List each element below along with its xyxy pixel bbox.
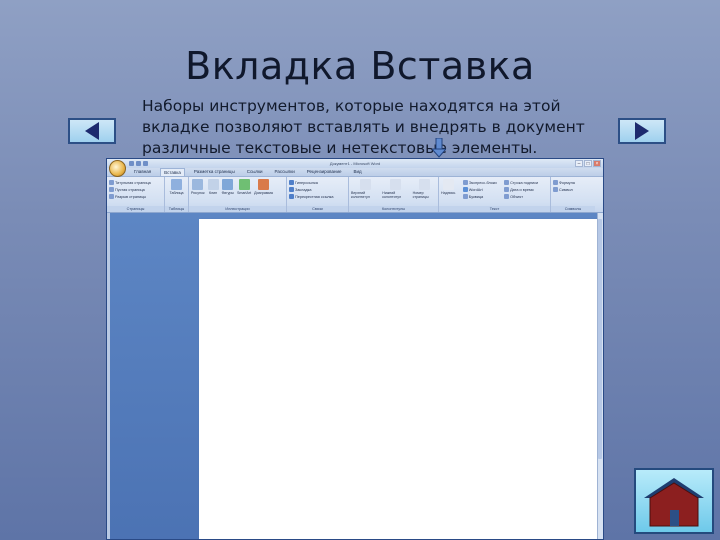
object-button[interactable]: Объект xyxy=(504,193,538,200)
tab-references[interactable]: Ссылки xyxy=(244,168,266,176)
hyperlink-icon xyxy=(289,180,294,185)
object-icon xyxy=(504,194,510,199)
symbol-icon xyxy=(553,187,558,192)
office-button[interactable] xyxy=(109,160,126,177)
ribbon-tabs: Главная Вставка Разметка страницы Ссылки… xyxy=(107,168,603,177)
slide-description: Наборы инструментов, которые находятся н… xyxy=(142,97,585,157)
bookmark-icon xyxy=(289,187,294,192)
tab-mailings[interactable]: Рассылки xyxy=(272,168,298,176)
group-label-tables: Таблицы xyxy=(165,206,188,212)
group-header-footer: Верхний колонтитул Нижний колонтитул Ном… xyxy=(349,177,439,212)
date-time-icon xyxy=(504,187,510,192)
close-button[interactable]: × xyxy=(593,160,601,167)
tab-view[interactable]: Вид xyxy=(351,168,365,176)
group-label-header-footer: Колонтитулы xyxy=(349,206,438,212)
ribbon-insert: Титульная страница Пустая страница Разры… xyxy=(107,177,603,213)
vertical-scrollbar[interactable] xyxy=(597,213,603,539)
group-label-pages: Страницы xyxy=(107,206,164,212)
save-icon[interactable] xyxy=(129,161,134,166)
arrow-down-icon xyxy=(432,138,446,158)
scrollbar-thumb[interactable] xyxy=(598,219,602,459)
page-break-icon xyxy=(109,194,114,199)
group-label-illustrations: Иллюстрации xyxy=(189,206,286,212)
shapes-icon xyxy=(222,179,234,190)
minimize-button[interactable]: – xyxy=(575,160,583,167)
arrow-right-icon xyxy=(635,122,649,140)
group-label-text: Текст xyxy=(439,206,550,212)
undo-icon[interactable] xyxy=(136,161,141,166)
group-symbols: Формула Символ Символы xyxy=(551,177,595,212)
word-window-title: Документ1 - Microsoft Word xyxy=(329,161,381,166)
blank-page-button[interactable]: Пустая страница xyxy=(109,186,162,193)
document-workspace xyxy=(107,213,603,539)
cross-reference-icon xyxy=(289,194,294,199)
group-tables: Таблица Таблицы xyxy=(165,177,189,212)
blank-page-icon xyxy=(109,187,114,192)
window-controls: – □ × xyxy=(575,160,601,167)
smartart-icon xyxy=(238,179,250,190)
footer-icon xyxy=(390,179,402,190)
maximize-button[interactable]: □ xyxy=(584,160,592,167)
table-icon xyxy=(171,179,182,190)
quick-parts-button[interactable]: Экспресс-блоки xyxy=(462,179,497,186)
dropcap-icon xyxy=(462,194,468,199)
smartart-button[interactable]: SmartArt xyxy=(237,179,251,195)
date-time-button[interactable]: Дата и время xyxy=(504,186,538,193)
group-text: Надпись Экспресс-блоки WordArt Буквица С… xyxy=(439,177,551,212)
group-label-symbols: Символы xyxy=(551,206,595,212)
group-pages: Титульная страница Пустая страница Разры… xyxy=(107,177,165,212)
footer-button[interactable]: Нижний колонтитул xyxy=(382,179,409,199)
textbox-icon xyxy=(442,179,454,190)
group-links: Гиперссылка Закладка Перекрестная ссылка… xyxy=(287,177,349,212)
picture-icon xyxy=(192,179,204,190)
quick-parts-icon xyxy=(462,180,468,185)
signature-line-icon xyxy=(504,180,510,185)
clipart-button[interactable]: Клип xyxy=(207,179,219,195)
signature-line-button[interactable]: Строка подписи xyxy=(504,179,538,186)
word-title-bar: Документ1 - Microsoft Word – □ × xyxy=(107,159,603,168)
bookmark-button[interactable]: Закладка xyxy=(289,186,346,193)
picture-button[interactable]: Рисунок xyxy=(191,179,205,195)
wordart-button[interactable]: WordArt xyxy=(462,186,497,193)
cover-page-icon xyxy=(109,180,114,185)
equation-button[interactable]: Формула xyxy=(553,179,593,186)
page-number-button[interactable]: Номер страницы xyxy=(413,179,436,199)
group-label-links: Связи xyxy=(287,206,348,212)
hyperlink-button[interactable]: Гиперссылка xyxy=(289,179,346,186)
vertical-ruler xyxy=(107,213,110,539)
page-number-icon xyxy=(418,179,430,190)
table-button[interactable]: Таблица xyxy=(167,179,186,195)
tab-home[interactable]: Главная xyxy=(131,168,154,176)
header-icon xyxy=(359,179,371,190)
cover-page-button[interactable]: Титульная страница xyxy=(109,179,162,186)
wordart-icon xyxy=(462,187,468,192)
slide-title: Вкладка Вставка xyxy=(185,44,535,88)
group-illustrations: Рисунок Клип Фигуры SmartArt Диаграмма И… xyxy=(189,177,287,212)
chart-icon xyxy=(257,179,269,190)
chart-button[interactable]: Диаграмма xyxy=(254,179,273,195)
quick-access-toolbar xyxy=(129,161,148,166)
home-icon xyxy=(644,478,704,527)
textbox-button[interactable]: Надпись xyxy=(441,179,455,195)
shapes-button[interactable]: Фигуры xyxy=(222,179,234,195)
tab-review[interactable]: Рецензирование xyxy=(304,168,345,176)
next-slide-button[interactable] xyxy=(618,118,666,144)
cross-reference-button[interactable]: Перекрестная ссылка xyxy=(289,193,346,200)
redo-icon[interactable] xyxy=(143,161,148,166)
word-screenshot: Документ1 - Microsoft Word – □ × Главная… xyxy=(106,158,604,540)
equation-icon xyxy=(553,180,558,185)
symbol-button[interactable]: Символ xyxy=(553,186,593,193)
header-button[interactable]: Верхний колонтитул xyxy=(351,179,379,199)
tab-page-layout[interactable]: Разметка страницы xyxy=(191,168,238,176)
tab-insert[interactable]: Вставка xyxy=(160,168,185,176)
dropcap-button[interactable]: Буквица xyxy=(462,193,497,200)
clipart-icon xyxy=(207,179,219,190)
arrow-left-icon xyxy=(85,122,99,140)
home-button[interactable] xyxy=(634,468,714,534)
page-break-button[interactable]: Разрыв страницы xyxy=(109,193,162,200)
document-page[interactable] xyxy=(199,219,603,539)
previous-slide-button[interactable] xyxy=(68,118,116,144)
